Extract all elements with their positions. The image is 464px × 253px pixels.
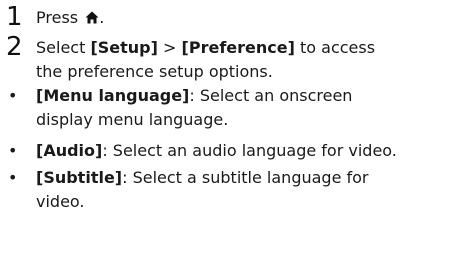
setup-menu-term: [Setup] <box>90 38 158 57</box>
step-text-tail: to access <box>294 38 376 57</box>
option-term: [Menu language] <box>36 86 190 105</box>
step-text-prefix: Press <box>36 8 84 27</box>
preference-menu-term: [Preference] <box>181 38 295 57</box>
list-item: • [Audio]: Select an audio language for … <box>0 139 464 163</box>
list-item: • [Subtitle]: Select a subtitle language… <box>0 166 464 214</box>
bullet-symbol: • <box>8 141 18 160</box>
bullet-text: [Subtitle]: Select a subtitle language f… <box>36 166 456 214</box>
menu-separator: > <box>157 38 182 57</box>
step-text: Select [Setup] > [Preference] to access t… <box>36 36 456 84</box>
bullet-text: [Audio]: Select an audio language for vi… <box>36 139 456 163</box>
step-2: 2 Select [Setup] > [Preference] to acces… <box>0 30 464 86</box>
option-term: [Audio] <box>36 141 103 160</box>
step-text-suffix: . <box>99 8 105 27</box>
list-item: • [Menu language]: Select an onscreen dis… <box>0 84 464 132</box>
step-text-line2: the preference setup options. <box>36 62 273 81</box>
step-text: Press . <box>36 6 456 30</box>
option-description-line2: display menu language. <box>36 110 229 129</box>
bullet-symbol: • <box>8 86 18 105</box>
option-description: : Select a subtitle language for <box>122 168 369 187</box>
option-description: : Select an onscreen <box>189 86 353 105</box>
step-text-prefix: Select <box>36 38 91 57</box>
step-number: 1 <box>6 2 23 32</box>
bullet-symbol: • <box>8 168 18 187</box>
bullet-text: [Menu language]: Select an onscreen displ… <box>36 84 456 132</box>
option-description: : Select an audio language for video. <box>102 141 397 160</box>
home-icon <box>85 7 99 24</box>
option-description-line2: video. <box>36 192 85 211</box>
step-number: 2 <box>6 32 23 62</box>
instruction-document: 1 Press . 2 Select [Setup] > [Preference… <box>0 0 464 253</box>
option-term: [Subtitle] <box>36 168 123 187</box>
